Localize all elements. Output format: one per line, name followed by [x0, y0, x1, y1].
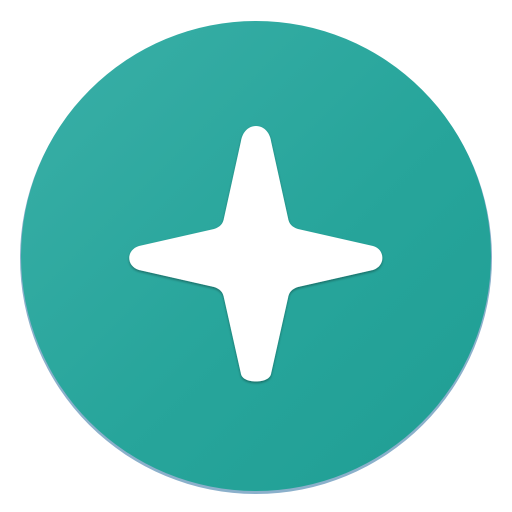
canvas — [0, 0, 512, 512]
app-icon[interactable] — [0, 0, 512, 512]
